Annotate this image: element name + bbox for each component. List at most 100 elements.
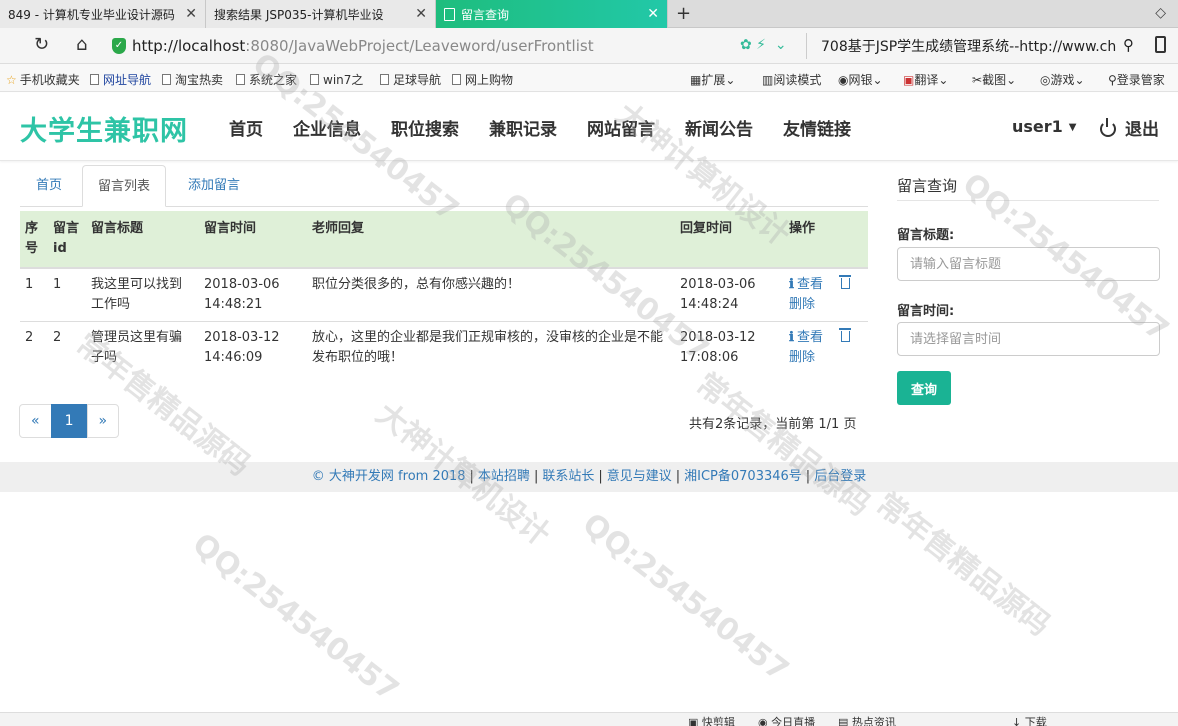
mobile-icon[interactable] — [1155, 36, 1166, 53]
message-title-input[interactable] — [897, 247, 1160, 281]
browser-tab-1[interactable]: 849 - 计算机专业毕业设计源码 ✕ — [0, 0, 206, 28]
nav-job-search[interactable]: 职位搜索 — [376, 115, 474, 140]
table-row: 1 1 我这里可以找到工作吗 2018-03-06 14:48:21 职位分类很… — [20, 267, 868, 322]
column-header: 留言id — [48, 211, 86, 269]
footer-link[interactable]: 联系站长 — [542, 469, 594, 484]
translate-icon: ▣ — [903, 72, 915, 87]
shield-icon: ✓ — [112, 38, 126, 54]
status-item[interactable]: ▤ 热点资讯 — [838, 714, 896, 726]
footer-separator: | — [533, 469, 539, 484]
bookmark-item[interactable]: win7之 — [310, 71, 363, 88]
url-field[interactable]: ✓ http://localhost:8080/JavaWebProject/L… — [112, 33, 792, 59]
footer-link[interactable]: 湘ICP备0703346号 — [684, 469, 802, 484]
bookmark-item[interactable]: 网上购物 — [452, 71, 513, 88]
site-logo[interactable]: 大学生兼职网 — [20, 109, 188, 148]
lightning-icon[interactable]: ✿ ⚡ ⌄ — [740, 37, 787, 53]
login-manager-button[interactable]: ⚲ 登录管家 — [1108, 71, 1165, 88]
browser-tab-active[interactable]: 留言查询 ✕ — [436, 0, 668, 28]
gamepad-icon: ◎ — [1040, 72, 1051, 87]
extensions-menu[interactable]: ▦ 扩展 ⌄ — [690, 71, 735, 88]
bookmark-item[interactable]: ☆ 手机收藏夹 — [6, 71, 80, 88]
bookmark-item[interactable]: 足球导航 — [380, 71, 441, 88]
cell-reply: 职位分类很多的，总有你感兴趣的！ — [307, 267, 675, 322]
message-time-input[interactable] — [897, 322, 1160, 356]
status-item[interactable]: ▣ 快剪辑 — [688, 714, 735, 726]
close-icon[interactable]: ✕ — [647, 6, 659, 22]
reading-mode-button[interactable]: ▥ 阅读模式 — [762, 71, 821, 88]
page-button-current[interactable]: 1 — [50, 404, 88, 438]
tab-add-message[interactable]: 添加留言 — [173, 165, 255, 207]
footer-link[interactable]: 本站招聘 — [478, 469, 530, 484]
home-icon[interactable]: ⌂ — [76, 34, 87, 55]
table-row: 2 2 管理员这里有骗子吗 2018-03-12 14:46:09 放心，这里的… — [20, 321, 868, 374]
user-menu[interactable]: user1 ▼ — [1012, 117, 1077, 136]
delete-link[interactable]: 删除 — [789, 350, 815, 365]
status-item[interactable]: ◉ 今日直播 — [758, 714, 815, 726]
book-icon: ▥ — [762, 72, 774, 87]
delete-link[interactable]: 删除 — [789, 297, 815, 312]
next-page-button[interactable]: » — [86, 404, 120, 438]
nav-links[interactable]: 友情链接 — [768, 115, 866, 140]
view-link[interactable]: ℹ 查看 — [789, 330, 823, 345]
nav-messages[interactable]: 网站留言 — [572, 115, 670, 140]
footer-link[interactable]: 后台登录 — [814, 469, 866, 484]
nav-home[interactable]: 首页 — [214, 115, 278, 140]
search-icon[interactable]: ⚲ — [1123, 36, 1134, 54]
status-item[interactable]: ↓ 下载 — [1012, 714, 1047, 726]
skin-icon[interactable]: ◇ — [1155, 5, 1166, 21]
column-header: 老师回复 — [307, 211, 675, 269]
bank-icon: ◉ — [838, 72, 849, 87]
reload-icon[interactable]: ↻ — [34, 34, 49, 55]
tab-home[interactable]: 首页 — [21, 165, 77, 207]
browser-tab-2[interactable]: 搜索结果 JSP035-计算机毕业设 ✕ — [206, 0, 436, 28]
cell-reply: 放心，这里的企业都是我们正规审核的，没审核的企业是不能发布职位的哦！ — [307, 321, 675, 374]
nav-companies[interactable]: 企业信息 — [278, 115, 376, 140]
trash-icon[interactable] — [838, 328, 851, 342]
bookmark-item[interactable]: 网址导航 — [90, 71, 151, 88]
bookmark-item[interactable]: 系统之家 — [236, 71, 297, 88]
cell-title: 管理员这里有骗子吗 — [86, 321, 199, 374]
footer-copyright[interactable]: © 大神开发网 from 2018 — [312, 469, 466, 484]
page-icon — [236, 74, 245, 85]
view-link[interactable]: ℹ 查看 — [789, 277, 823, 292]
nav-parttime-records[interactable]: 兼职记录 — [474, 115, 572, 140]
footer-separator: | — [469, 469, 474, 484]
username: user1 — [1012, 117, 1063, 136]
bookmark-item[interactable]: 淘宝热卖 — [162, 71, 223, 88]
watermark-text: 常年售精品源码 — [869, 486, 1057, 644]
browser-tab-title: 搜索结果 JSP035-计算机毕业设 — [214, 7, 384, 22]
translate-menu[interactable]: ▣ 翻译 ⌄ — [903, 71, 948, 88]
nav-news[interactable]: 新闻公告 — [670, 115, 768, 140]
pagination-info: 共有2条记录，当前第 1/1 页 — [689, 417, 857, 432]
browser-search-input[interactable]: 708基于JSP学生成绩管理系统--http://www.ch ⚲ — [806, 33, 1138, 59]
close-icon[interactable]: ✕ — [415, 6, 427, 22]
cell-time: 2018-03-12 14:46:09 — [199, 321, 307, 374]
bookmarks-bar: ☆ 手机收藏夹 网址导航 淘宝热卖 系统之家 win7之 足球导航 网上购物 ▦ … — [0, 64, 1178, 92]
sidebar-divider — [897, 200, 1159, 201]
column-header: 回复时间 — [675, 211, 784, 269]
bank-menu[interactable]: ◉ 网银 ⌄ — [838, 71, 883, 88]
time-label: 留言时间: — [897, 304, 955, 319]
screenshot-menu[interactable]: ✂ 截图 ⌄ — [972, 71, 1016, 88]
cell-no: 2 — [20, 321, 48, 374]
cell-actions: ℹ 查看 删除 — [784, 321, 868, 374]
cell-id: 2 — [48, 321, 86, 374]
prev-page-button[interactable]: « — [19, 404, 52, 438]
cell-reply-time: 2018-03-12 17:08:06 — [675, 321, 784, 374]
watermark-text: 常年售精品源码 — [689, 366, 877, 524]
watermark-text: QQ:254540457 — [575, 506, 796, 689]
tab-message-list[interactable]: 留言列表 — [82, 165, 167, 207]
new-tab-button[interactable]: + — [676, 3, 691, 24]
query-button[interactable]: 查询 — [897, 371, 951, 405]
page-icon — [444, 7, 455, 21]
watermark-text: QQ:254540457 — [185, 526, 406, 709]
trash-icon[interactable] — [838, 275, 851, 289]
column-header: 序号 — [20, 211, 48, 269]
logout-button[interactable]: 退出 — [1100, 115, 1159, 140]
cell-no: 1 — [20, 267, 48, 322]
site-footer: © 大神开发网 from 2018 | 本站招聘 | 联系站长 | 意见与建议 | 湘ICP备0… — [0, 462, 1178, 492]
games-menu[interactable]: ◎ 游戏 ⌄ — [1040, 71, 1085, 88]
close-icon[interactable]: ✕ — [185, 6, 197, 22]
footer-link[interactable]: 意见与建议 — [607, 469, 672, 484]
cell-reply-time: 2018-03-06 14:48:24 — [675, 267, 784, 322]
